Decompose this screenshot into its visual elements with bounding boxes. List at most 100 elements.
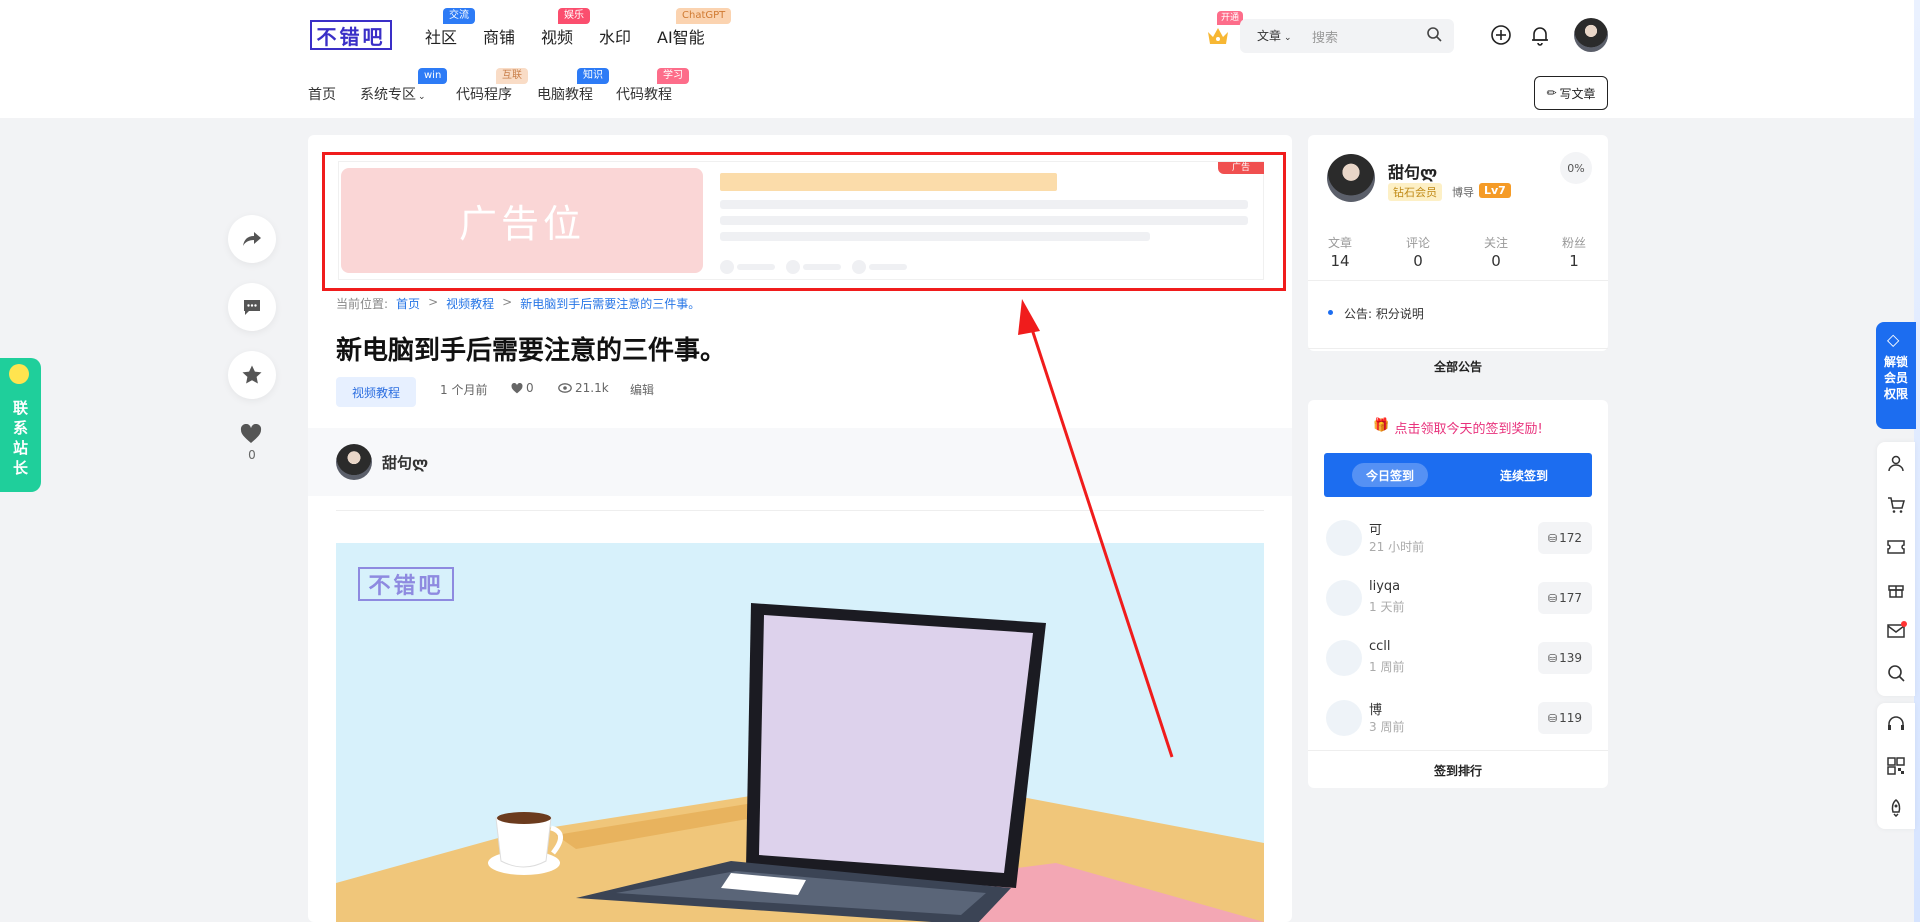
write-article-button[interactable]: ✏ 写文章 xyxy=(1534,76,1608,110)
signin-user-time: 1 天前 xyxy=(1369,600,1405,614)
site-logo[interactable]: 不错吧 xyxy=(310,20,392,50)
eye-icon xyxy=(558,383,572,393)
signin-prompt-text: 点击领取今天的签到奖励! xyxy=(1394,422,1543,437)
breadcrumb-sep: > xyxy=(502,295,513,309)
signin-user-name[interactable]: ccll xyxy=(1369,639,1391,654)
comment-icon xyxy=(244,300,260,315)
unlock-vip-button[interactable]: ◇ 解锁 会员 权限 xyxy=(1876,322,1916,429)
profile-role: 博导 xyxy=(1452,186,1474,199)
signin-user-name[interactable]: liyqa xyxy=(1369,579,1400,594)
subnav-home[interactable]: 首页 xyxy=(308,84,336,104)
customer-service-button[interactable] xyxy=(1877,703,1915,745)
nav-shop[interactable]: 商铺 xyxy=(483,24,515,48)
smile-icon xyxy=(9,364,29,384)
back-to-top-button[interactable] xyxy=(1877,787,1915,829)
contact-char: 系 xyxy=(12,419,28,437)
subnav-system-badge: win xyxy=(418,68,448,84)
subnav-code-tutorial-badge: 学习 xyxy=(657,68,689,84)
chevron-down-icon: ⌄ xyxy=(1284,33,1292,43)
notice-dot xyxy=(1328,310,1333,315)
stat-label: 粉丝 xyxy=(1561,236,1586,250)
unread-dot xyxy=(1901,621,1907,627)
nav-watermark[interactable]: 水印 xyxy=(599,24,631,48)
notice-item[interactable]: 公告: 积分说明 xyxy=(1344,305,1424,322)
contact-admin-button[interactable]: 联 系 站 长 xyxy=(0,358,41,492)
search-type-label: 文章 xyxy=(1257,29,1282,43)
like-count: 0 xyxy=(248,448,256,462)
headset-icon xyxy=(1888,716,1904,730)
stat-label: 文章 xyxy=(1327,236,1352,250)
subnav-system-label: 系统专区 xyxy=(360,87,416,103)
search-input[interactable]: 搜索 xyxy=(1312,27,1338,46)
breadcrumb-home[interactable]: 首页 xyxy=(396,295,420,312)
stat-value[interactable]: 1 xyxy=(1554,252,1594,270)
subnav-code[interactable]: 代码程序 xyxy=(456,84,512,104)
signin-rank-link[interactable]: 签到排行 xyxy=(1308,762,1608,779)
gift-button[interactable] xyxy=(1877,568,1915,610)
comment-button[interactable] xyxy=(228,283,276,331)
signin-user-avatar[interactable] xyxy=(1326,700,1362,736)
subnav-code-tutorial[interactable]: 代码教程 xyxy=(616,84,672,104)
profile-progress: 0% xyxy=(1560,152,1592,184)
profile-avatar[interactable] xyxy=(1327,154,1375,202)
cart-icon xyxy=(1888,497,1905,513)
nav-video[interactable]: 视频 xyxy=(541,24,573,48)
user-avatar[interactable] xyxy=(1574,18,1608,52)
signin-user-avatar[interactable] xyxy=(1326,640,1362,676)
signin-points: ⛁ 172 xyxy=(1538,522,1592,554)
contact-char: 站 xyxy=(12,439,28,457)
qrcode-icon xyxy=(1887,757,1905,775)
qrcode-button[interactable] xyxy=(1877,745,1915,787)
star-icon xyxy=(242,365,262,384)
views-count: 21.1k xyxy=(575,381,609,395)
stat-label: 评论 xyxy=(1405,236,1430,250)
share-button[interactable] xyxy=(228,215,276,263)
pen-icon: ✏ xyxy=(1546,86,1557,100)
search-icon[interactable] xyxy=(1425,25,1443,43)
share-icon xyxy=(243,232,261,246)
profile-name[interactable]: 甜句ლ xyxy=(1388,159,1437,183)
cart-button[interactable] xyxy=(1877,484,1915,526)
stat-label: 关注 xyxy=(1483,236,1508,250)
breadcrumb-category[interactable]: 视频教程 xyxy=(446,295,494,312)
subnav-code-badge: 互联 xyxy=(496,68,528,84)
stat-value[interactable]: 0 xyxy=(1476,252,1516,270)
stat-value[interactable]: 14 xyxy=(1320,252,1360,270)
vip-crown-icon[interactable] xyxy=(1205,24,1231,46)
user-icon xyxy=(1888,455,1904,472)
favorite-button[interactable] xyxy=(228,351,276,399)
category-tag[interactable]: 视频教程 xyxy=(336,377,416,407)
signin-prompt[interactable]: 🎁 点击领取今天的签到奖励! xyxy=(1308,418,1608,437)
add-icon[interactable] xyxy=(1489,23,1513,47)
messages-button[interactable] xyxy=(1877,610,1915,652)
signin-user-name[interactable]: 博 xyxy=(1369,699,1382,718)
edit-link[interactable]: 编辑 xyxy=(630,381,654,398)
points-value: 139 xyxy=(1559,651,1583,665)
user-center-button[interactable] xyxy=(1877,442,1915,484)
subnav-system[interactable]: 系统专区 ⌄ xyxy=(360,84,426,104)
author-avatar[interactable] xyxy=(336,444,372,480)
subnav-pc[interactable]: 电脑教程 xyxy=(537,84,593,104)
nav-ai[interactable]: AI智能 xyxy=(657,24,705,48)
bell-icon[interactable] xyxy=(1528,23,1552,47)
tab-continuous-signin[interactable]: 连续签到 xyxy=(1500,467,1548,484)
all-notices-link[interactable]: 全部公告 xyxy=(1308,358,1608,375)
coupon-button[interactable] xyxy=(1877,526,1915,568)
signin-user-avatar[interactable] xyxy=(1326,520,1362,556)
divider xyxy=(1308,280,1608,281)
tab-today-signin[interactable]: 今日签到 xyxy=(1352,463,1428,487)
search-button[interactable] xyxy=(1877,652,1915,694)
coins-icon: ⛁ xyxy=(1547,591,1558,605)
signin-user-avatar[interactable] xyxy=(1326,580,1362,616)
points-value: 119 xyxy=(1559,711,1583,725)
breadcrumb-current[interactable]: 新电脑到手后需要注意的三件事。 xyxy=(520,295,700,312)
write-article-label: 写文章 xyxy=(1559,86,1596,101)
search-type-select[interactable]: 文章 ⌄ xyxy=(1257,27,1292,44)
stat-value[interactable]: 0 xyxy=(1398,252,1438,270)
nav-community[interactable]: 社区 xyxy=(425,24,457,48)
signin-user-name[interactable]: 可 xyxy=(1369,519,1382,538)
user-level-badge: Lv7 xyxy=(1479,183,1511,198)
author-name[interactable]: 甜句ლ xyxy=(382,452,428,473)
like-button[interactable] xyxy=(240,423,264,446)
annotation-arrow xyxy=(1018,299,1174,758)
